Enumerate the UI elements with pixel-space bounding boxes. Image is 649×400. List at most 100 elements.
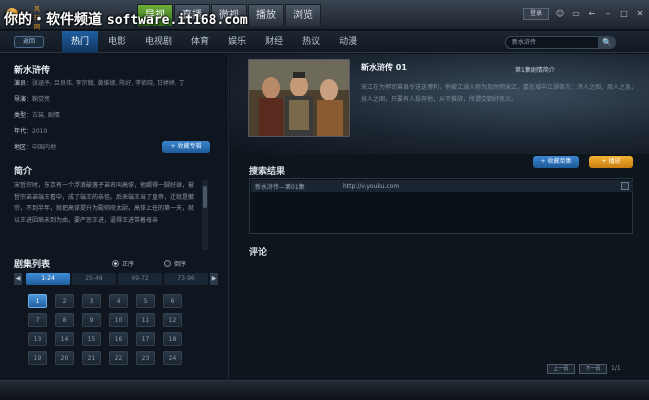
episode-button[interactable]: 23 xyxy=(136,351,155,365)
director-row: 导演：鞠觉亮 xyxy=(14,96,51,103)
episode-button[interactable]: 14 xyxy=(55,332,74,346)
settings-icon[interactable]: ▭ xyxy=(571,9,581,19)
category-movie[interactable]: 电影 xyxy=(99,31,135,53)
episode-button[interactable]: 6 xyxy=(163,294,182,308)
poster-image xyxy=(249,60,349,136)
order-asc-option[interactable]: 正序 xyxy=(112,259,134,268)
region-row: 地区：中国内地 xyxy=(14,144,57,151)
episode-button[interactable]: 15 xyxy=(82,332,101,346)
episode-button[interactable]: 21 xyxy=(82,351,101,365)
cast-row: 演员：张涵予, 吕良伟, 李宗翰, 黄维德, 陈好, 李依晓, 甘婷婷, 丁 xyxy=(14,80,185,87)
episode-button[interactable]: 2 xyxy=(55,294,74,308)
show-info-panel: 新水浒传 演员：张涵予, 吕良伟, 李宗翰, 黄维德, 陈好, 李依晓, 甘婷婷… xyxy=(0,54,229,380)
episode-button[interactable]: 18 xyxy=(163,332,182,346)
synopsis-scrollbar[interactable] xyxy=(202,180,208,250)
scrollbar-thumb[interactable] xyxy=(203,186,207,208)
watermark: 你的・软件频道 software.it168.com xyxy=(4,9,248,29)
favorite-episode-button[interactable]: + 收藏单集 xyxy=(533,156,579,168)
episode-button[interactable]: 5 xyxy=(136,294,155,308)
episode-detail-panel: 新水浒传 01 第1集剧情简介 宋江在为押司曾县令送送博利，他被江湖人称为及时雨… xyxy=(230,54,649,380)
synopsis-title: 简介 xyxy=(14,167,33,177)
favorite-album-button[interactable]: + 收藏专辑 xyxy=(162,141,210,153)
hero-banner: 新水浒传 01 第1集剧情简介 宋江在为押司曾县令送送博利，他被江湖人称为及时雨… xyxy=(230,54,649,154)
year-row: 年代：2010 xyxy=(14,128,48,135)
search-results-list: 新水浒传—第01集 http://v.youku.com xyxy=(249,178,633,234)
episode-button[interactable]: 7 xyxy=(28,313,47,327)
type-value: 古装, 剧情 xyxy=(32,112,60,119)
episode-button[interactable]: 12 xyxy=(163,313,182,327)
episode-button[interactable]: 22 xyxy=(109,351,128,365)
category-tv[interactable]: 电视剧 xyxy=(136,31,181,53)
comments-title: 评论 xyxy=(249,248,268,258)
next-page-button[interactable]: 下一页 xyxy=(579,364,607,374)
category-hot[interactable]: 热门 xyxy=(62,31,99,53)
order-asc-label: 正序 xyxy=(122,261,135,268)
range-tab-4[interactable]: 73-96 xyxy=(164,273,208,285)
category-discussion[interactable]: 热议 xyxy=(293,31,329,53)
range-tab-3[interactable]: 49-72 xyxy=(118,273,162,285)
watermark-url: software.it168.com xyxy=(106,13,248,28)
radio-desc-icon[interactable] xyxy=(164,260,171,267)
category-tabs: 热门 电影 电视剧 体育 娱乐 财经 热议 动漫 xyxy=(62,31,367,53)
minimize-icon[interactable]: – xyxy=(603,9,613,19)
cast-value: 张涵予, 吕良伟, 李宗翰, 黄维德, 陈好, 李依晓, 甘婷婷, 丁 xyxy=(32,80,185,87)
director-label: 导演 xyxy=(14,96,27,103)
page-indicator: 1/1 xyxy=(611,365,621,372)
watermark-cn: 你的・软件频道 xyxy=(4,12,102,28)
episode-title: 新水浒传 01 xyxy=(361,63,407,72)
episode-description: 宋江在为押司曾县令送送博利，他被江湖人称为及时雨宋江，嘉在城中江湖各方：济人之困… xyxy=(361,84,638,103)
prev-page-button[interactable]: 上一页 xyxy=(547,364,575,374)
episode-subtitle: 第1集剧情简介 xyxy=(515,67,555,74)
episode-button[interactable]: 20 xyxy=(55,351,74,365)
radio-asc-icon[interactable] xyxy=(112,260,119,267)
play-button[interactable]: + 播放 xyxy=(589,156,633,168)
episode-button[interactable]: 3 xyxy=(82,294,101,308)
back-button[interactable]: 返回 xyxy=(14,36,44,48)
result-checkbox[interactable] xyxy=(621,182,629,190)
episode-list-title: 剧集列表 xyxy=(14,260,51,270)
episode-button[interactable]: 9 xyxy=(82,313,101,327)
episode-poster xyxy=(248,59,350,137)
type-label: 类型 xyxy=(14,112,27,119)
order-desc-option[interactable]: 倒序 xyxy=(164,259,186,268)
episode-button[interactable]: 1 xyxy=(28,294,47,308)
login-button[interactable]: 登录 xyxy=(523,8,549,20)
category-entertainment[interactable]: 娱乐 xyxy=(219,31,255,53)
show-title: 新水浒传 xyxy=(14,66,51,76)
maximize-icon[interactable]: □ xyxy=(619,9,629,19)
episode-button[interactable]: 19 xyxy=(28,351,47,365)
synopsis-text: 宋哲宗时，东京有一个浮浪破落子弟名叫高俅，他踢得一脚好球，被哲宗弟弟端王看中，成… xyxy=(14,182,195,224)
type-row: 类型：古装, 剧情 xyxy=(14,112,60,119)
episode-button[interactable]: 24 xyxy=(163,351,182,365)
result-url[interactable]: http://v.youku.com xyxy=(343,183,399,190)
range-prev-icon[interactable]: ◀ xyxy=(14,273,22,285)
category-finance[interactable]: 财经 xyxy=(256,31,292,53)
episode-button[interactable]: 13 xyxy=(28,332,47,346)
search-input[interactable]: 新水浒传 xyxy=(512,37,597,48)
range-next-icon[interactable]: ▶ xyxy=(210,273,218,285)
status-bar xyxy=(0,380,649,400)
tab-browse[interactable]: 浏览 xyxy=(285,4,321,26)
category-anime[interactable]: 动漫 xyxy=(330,31,366,53)
back-arrow-icon[interactable]: ← xyxy=(587,9,597,19)
episode-button[interactable]: 16 xyxy=(109,332,128,346)
episode-button[interactable]: 10 xyxy=(109,313,128,327)
episode-button[interactable]: 17 xyxy=(136,332,155,346)
category-sports[interactable]: 体育 xyxy=(182,31,218,53)
search-results-title: 搜索结果 xyxy=(249,167,286,177)
episode-button[interactable]: 11 xyxy=(136,313,155,327)
app-window: 风行网络 导视 直播 微视 播放 浏览 登录 ☺ ▭ ← – □ ✕ 你的・软件… xyxy=(0,0,649,400)
result-row[interactable]: 新水浒传—第01集 http://v.youku.com xyxy=(251,180,633,192)
user-icon[interactable]: ☺ xyxy=(555,9,565,19)
tab-play[interactable]: 播放 xyxy=(248,4,284,26)
episode-button[interactable]: 4 xyxy=(109,294,128,308)
close-icon[interactable]: ✕ xyxy=(635,9,645,19)
region-value: 中国内地 xyxy=(32,144,57,151)
range-tab-2[interactable]: 25-48 xyxy=(72,273,116,285)
cast-label: 演员 xyxy=(14,80,27,87)
range-tab-1[interactable]: 1-24 xyxy=(26,273,70,285)
year-value: 2010 xyxy=(32,128,48,135)
window-controls: 登录 ☺ ▭ ← – □ ✕ xyxy=(523,8,645,20)
episode-button[interactable]: 8 xyxy=(55,313,74,327)
search-icon[interactable]: 🔍 xyxy=(598,36,616,49)
